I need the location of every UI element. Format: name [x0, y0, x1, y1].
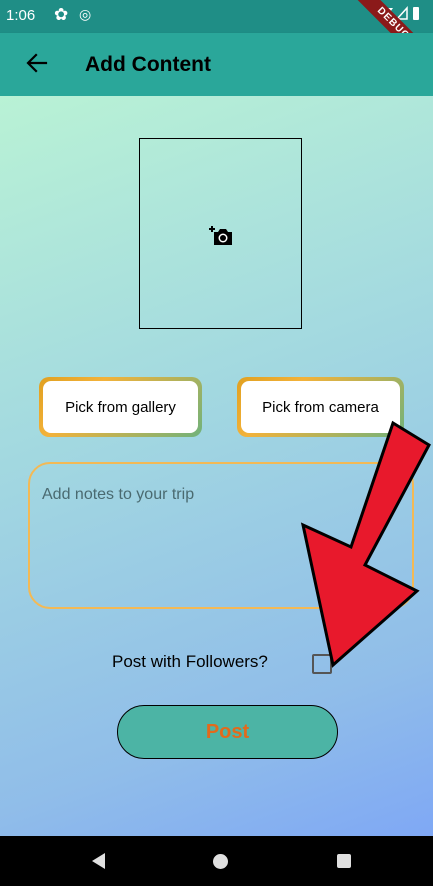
- post-button[interactable]: Post: [117, 705, 338, 759]
- nav-back-icon[interactable]: [90, 851, 106, 876]
- nav-recents-icon[interactable]: [337, 854, 351, 868]
- pick-from-gallery-label: Pick from gallery: [43, 381, 198, 433]
- sync-icon: ◎: [79, 6, 92, 22]
- settings-icon: ✿: [54, 5, 69, 24]
- red-arrow-annotation: [300, 420, 431, 668]
- app-bar: Add Content: [0, 33, 433, 96]
- add-a-photo-icon[interactable]: [208, 224, 234, 251]
- pick-from-gallery-button[interactable]: Pick from gallery: [39, 377, 202, 437]
- page-title: Add Content: [85, 53, 211, 76]
- battery-icon: [413, 7, 419, 20]
- back-arrow-icon[interactable]: [24, 48, 50, 83]
- status-time: 1:06: [6, 7, 36, 24]
- nav-home-icon[interactable]: [213, 854, 228, 869]
- post-button-label: Post: [205, 720, 250, 743]
- status-bar: 1:06 ✿ ◎ DEBUG: [0, 0, 433, 80]
- android-nav-bar: [0, 836, 433, 886]
- post-with-followers-label: Post with Followers?: [112, 652, 268, 671]
